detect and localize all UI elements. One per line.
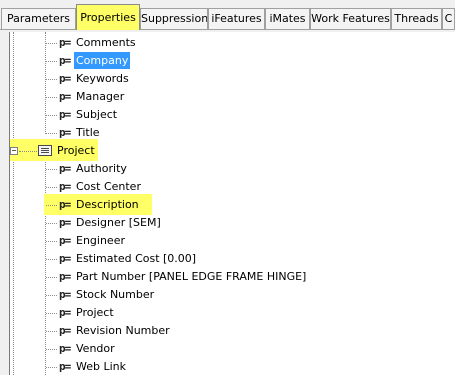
property-icon: p= (59, 306, 71, 319)
tab-c[interactable]: C (442, 8, 455, 29)
tree-connector (46, 259, 57, 260)
property-label: Authority (76, 162, 127, 175)
property-icon: p= (59, 234, 71, 247)
property-label: Description (76, 198, 139, 211)
tree-item-description[interactable]: p= Description (10, 194, 450, 215)
tree-connector (46, 61, 57, 62)
tree-connector (46, 295, 57, 296)
property-label: Subject (76, 108, 118, 121)
tree-item-authority[interactable]: p= Authority (10, 160, 450, 178)
property-icon: p= (59, 288, 71, 301)
tree-item-title[interactable]: p= Title (10, 124, 450, 142)
property-icon: p= (59, 360, 71, 373)
tree-item-subject[interactable]: p= Subject (10, 106, 450, 124)
tree-item-vendor[interactable]: p= Vendor (10, 340, 450, 358)
tab-suppression[interactable]: Suppression (140, 8, 208, 29)
property-icon: p= (59, 342, 71, 355)
property-icon: p= (59, 198, 71, 211)
tab-ifeatures[interactable]: iFeatures (208, 8, 265, 29)
tab-bar: Parameters Properties Suppression iFeatures… (0, 0, 455, 30)
tree-connector (19, 151, 37, 152)
tree-item-keywords[interactable]: p= Keywords (10, 70, 450, 88)
tree-item-engineer[interactable]: p= Engineer (10, 232, 450, 250)
property-icon: p= (59, 216, 71, 229)
tab-parameters[interactable]: Parameters (1, 8, 76, 29)
property-group-icon (38, 145, 52, 156)
tree-item-web-link[interactable]: p= Web Link (10, 358, 450, 375)
tree-connector (46, 133, 57, 134)
tree-group-project[interactable]: − Project (10, 139, 450, 161)
property-label: Title (76, 126, 100, 139)
property-label: Part Number [PANEL EDGE FRAME HINGE] (76, 270, 307, 283)
tree-connector (46, 43, 57, 44)
tree-connector (46, 277, 57, 278)
tree-connector (46, 205, 57, 206)
property-icon: p= (59, 270, 71, 283)
group-label: Project (57, 144, 95, 157)
property-icon: p= (59, 36, 71, 49)
property-label: Revision Number (76, 324, 170, 337)
tab-properties[interactable]: Properties (76, 4, 140, 30)
property-icon: p= (59, 252, 71, 265)
property-label: Manager (76, 90, 125, 103)
property-label: Company (74, 52, 131, 69)
property-icon: p= (59, 180, 71, 193)
tree-item-project[interactable]: p= Project (10, 304, 450, 322)
property-label: Web Link (76, 360, 127, 373)
tree-item-company[interactable]: p= Company (10, 52, 450, 70)
property-label: Designer [SEM] (76, 216, 161, 229)
tree-item-part-number-panel-edge-frame-hinge[interactable]: p= Part Number [PANEL EDGE FRAME HINGE] (10, 268, 450, 286)
tree-connector (46, 223, 57, 224)
tree-item-revision-number[interactable]: p= Revision Number (10, 322, 450, 340)
property-label: Estimated Cost [0.00] (76, 252, 197, 265)
property-tree[interactable]: p= Comments p= Company p= Keywords p= Manager p=… (9, 32, 455, 375)
tree-connector (46, 349, 57, 350)
property-icon: p= (59, 108, 71, 121)
tab-work-features[interactable]: Work Features (310, 8, 391, 29)
tab-threads[interactable]: Threads (391, 8, 442, 29)
tree-connector (46, 331, 57, 332)
tree-connector (46, 97, 57, 98)
property-label: Project (76, 306, 114, 319)
property-icon: p= (59, 324, 71, 337)
property-icon: p= (59, 162, 71, 175)
tree-connector (46, 115, 57, 116)
property-icon: p= (59, 72, 71, 85)
property-label: Stock Number (76, 288, 155, 301)
tree-item-designer-sem[interactable]: p= Designer [SEM] (10, 214, 450, 232)
tree-connector (46, 169, 57, 170)
tree-connector (46, 187, 57, 188)
property-label: Vendor (76, 342, 115, 355)
tree-item-manager[interactable]: p= Manager (10, 88, 450, 106)
property-label: Cost Center (76, 180, 141, 193)
property-icon: p= (59, 90, 71, 103)
tree-connector (46, 241, 57, 242)
property-label: Engineer (76, 234, 125, 247)
tree-connector (46, 313, 57, 314)
properties-panel: p= Comments p= Company p= Keywords p= Manager p=… (0, 29, 455, 375)
property-label: Comments (76, 36, 136, 49)
tree-item-cost-center[interactable]: p= Cost Center (10, 178, 450, 196)
tree-item-stock-number[interactable]: p= Stock Number (10, 286, 450, 304)
tab-imates[interactable]: iMates (265, 8, 310, 29)
collapse-icon[interactable]: − (10, 147, 18, 155)
tree-item-comments[interactable]: p= Comments (10, 34, 450, 52)
property-icon: p= (59, 126, 71, 139)
property-icon: p= (59, 54, 71, 67)
tree-connector (46, 367, 57, 368)
tree-connector (46, 79, 57, 80)
tree-item-estimated-cost-0-00[interactable]: p= Estimated Cost [0.00] (10, 250, 450, 268)
property-label: Keywords (76, 72, 129, 85)
